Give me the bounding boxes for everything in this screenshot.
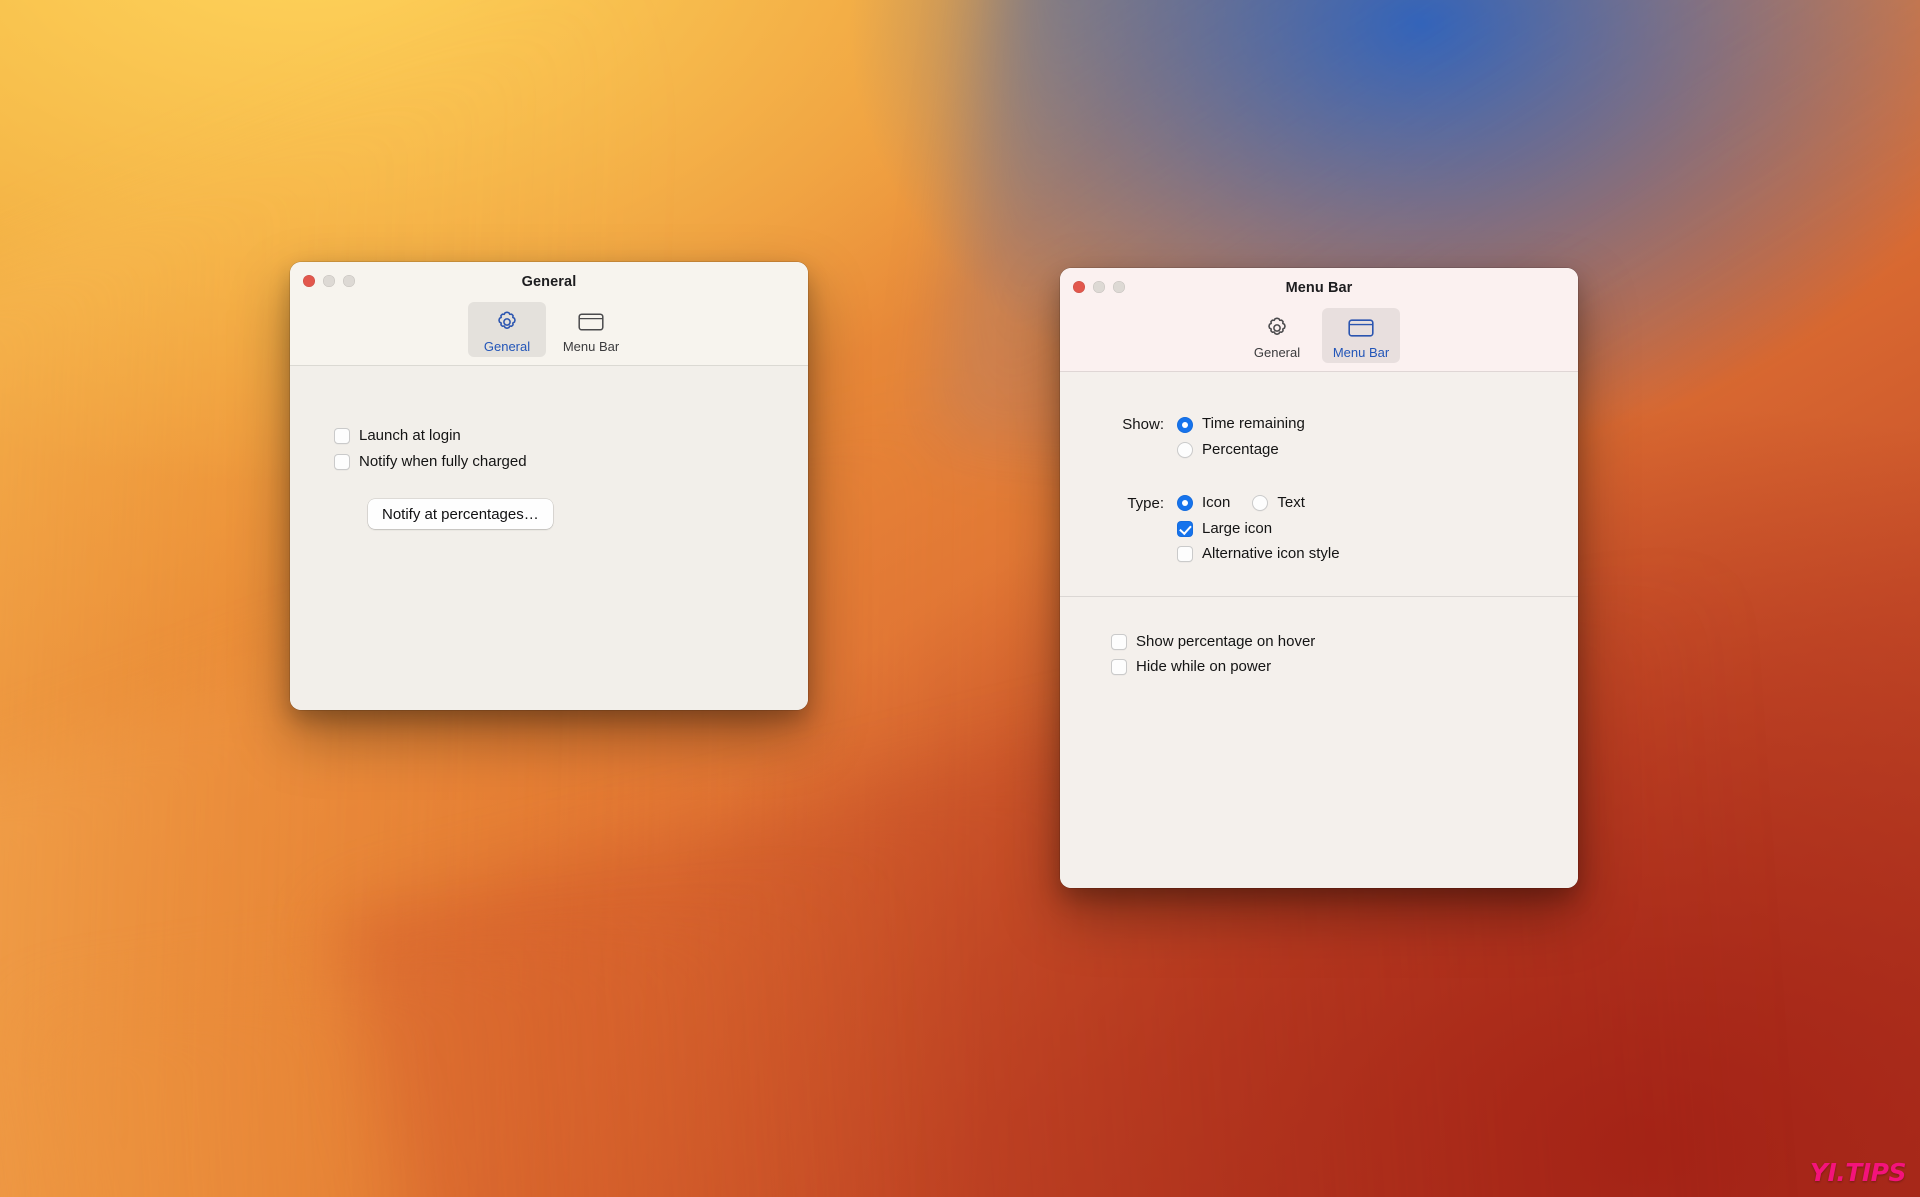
close-button[interactable]	[303, 275, 315, 287]
general-preferences-window[interactable]: General General Menu	[290, 262, 808, 710]
show-group-row-percentage[interactable]: Percentage	[1094, 442, 1578, 459]
gear-icon	[494, 307, 520, 337]
radio-time-remaining-label: Time remaining	[1202, 416, 1305, 433]
menubar-window-title: Menu Bar	[1286, 280, 1353, 296]
general-content-area: Launch at login Notify when fully charge…	[290, 366, 808, 710]
checkbox-notify-when-fully-charged-label: Notify when fully charged	[359, 454, 527, 471]
tab-general[interactable]: General	[468, 302, 546, 357]
checkbox-hide-while-on-power[interactable]	[1111, 659, 1127, 675]
zoom-button[interactable]	[343, 275, 355, 287]
checkbox-alternative-icon-style[interactable]	[1177, 546, 1193, 562]
minimize-button[interactable]	[323, 275, 335, 287]
gear-icon	[1264, 313, 1290, 343]
checkbox-launch-at-login[interactable]	[334, 428, 350, 444]
checkbox-notify-when-fully-charged[interactable]	[334, 454, 350, 470]
radio-percentage-label: Percentage	[1202, 442, 1279, 459]
show-group-row-time-remaining[interactable]: Show: Time remaining	[1094, 416, 1578, 433]
menubar-icon	[577, 307, 605, 337]
general-window-title: General	[522, 274, 577, 290]
general-window-titlebar[interactable]: General	[290, 262, 808, 302]
checkbox-show-percentage-on-hover[interactable]	[1111, 634, 1127, 650]
tab-general-label: General	[484, 340, 530, 353]
checkbox-show-percentage-on-hover-label: Show percentage on hover	[1136, 634, 1315, 651]
checkbox-row-alternative-icon-style[interactable]: Alternative icon style	[1094, 546, 1578, 563]
checkbox-alternative-icon-style-label: Alternative icon style	[1202, 546, 1340, 563]
checkbox-row-show-percentage-on-hover[interactable]: Show percentage on hover	[1111, 634, 1578, 651]
checkbox-large-icon[interactable]	[1177, 521, 1193, 537]
traffic-light-group	[1073, 281, 1125, 293]
zoom-button[interactable]	[1113, 281, 1125, 293]
checkbox-row-large-icon[interactable]: Large icon	[1094, 521, 1578, 538]
close-button[interactable]	[1073, 281, 1085, 293]
radio-icon[interactable]	[1177, 495, 1193, 511]
menubar-icon	[1347, 313, 1375, 343]
general-toolbar: General Menu Bar	[290, 302, 808, 366]
radio-percentage[interactable]	[1177, 442, 1193, 458]
tab-menu-bar-label: Menu Bar	[1333, 346, 1389, 359]
notify-at-percentages-button[interactable]: Notify at percentages…	[368, 499, 553, 529]
menu-bar-preferences-window[interactable]: Menu Bar General Men	[1060, 268, 1578, 888]
tab-menu-bar[interactable]: Menu Bar	[552, 302, 630, 357]
checkbox-large-icon-label: Large icon	[1202, 521, 1272, 538]
traffic-light-group	[303, 275, 355, 287]
radio-time-remaining[interactable]	[1177, 417, 1193, 433]
checkbox-hide-while-on-power-label: Hide while on power	[1136, 659, 1271, 676]
radio-text-label: Text	[1277, 495, 1305, 512]
tab-menu-bar-label: Menu Bar	[563, 340, 619, 353]
type-group-row[interactable]: Type: Icon Text	[1094, 495, 1578, 512]
wallpaper-sweep	[30, 851, 1139, 1197]
radio-text[interactable]	[1252, 495, 1268, 511]
menubar-toolbar: General Menu Bar	[1060, 308, 1578, 372]
menubar-content-area: Show: Time remaining Percentage Type: Ic…	[1060, 372, 1578, 888]
checkbox-row-hide-while-on-power[interactable]: Hide while on power	[1111, 659, 1578, 676]
show-group-label: Show:	[1094, 416, 1164, 433]
checkbox-row-notify-fully-charged[interactable]: Notify when fully charged	[334, 454, 774, 471]
tab-general[interactable]: General	[1238, 308, 1316, 363]
desktop-wallpaper: General General Menu	[0, 0, 1920, 1197]
checkbox-launch-at-login-label: Launch at login	[359, 428, 461, 445]
checkbox-row-launch-at-login[interactable]: Launch at login	[334, 428, 774, 445]
radio-icon-label: Icon	[1202, 495, 1230, 512]
tab-menu-bar[interactable]: Menu Bar	[1322, 308, 1400, 363]
minimize-button[interactable]	[1093, 281, 1105, 293]
type-group-label: Type:	[1094, 495, 1164, 512]
tab-general-label: General	[1254, 346, 1300, 359]
watermark: YI.TIPS	[1810, 1158, 1906, 1187]
menubar-window-titlebar[interactable]: Menu Bar	[1060, 268, 1578, 308]
